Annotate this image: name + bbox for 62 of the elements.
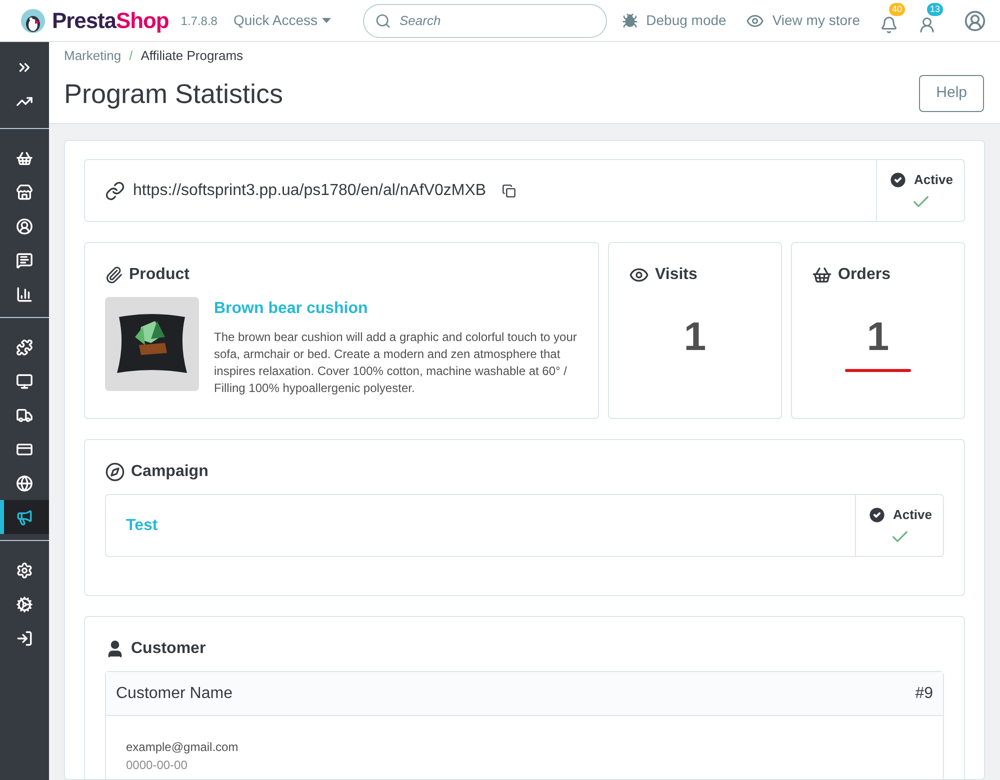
bug-icon xyxy=(622,12,638,28)
view-store-link[interactable]: View my store xyxy=(772,10,860,31)
check-circle-icon xyxy=(866,504,887,524)
basket-icon xyxy=(812,265,832,285)
card-heading: Visits xyxy=(655,265,698,285)
cog-icon xyxy=(16,596,33,612)
stat-value: 1 xyxy=(866,314,890,361)
campaign-name-link[interactable]: Test xyxy=(126,514,158,538)
link-icon xyxy=(105,180,125,200)
notification-button[interactable] xyxy=(918,16,936,34)
card-icon xyxy=(16,440,33,458)
card-heading: Customer xyxy=(131,639,206,659)
card-heading: Campaign xyxy=(131,462,208,482)
customer-name: Customer Name xyxy=(116,684,232,704)
user-icon xyxy=(918,16,936,34)
puzzle-icon xyxy=(16,338,33,356)
status-label: Active xyxy=(914,170,954,189)
card-heading: Orders xyxy=(838,265,890,285)
page-title: Program Statistics xyxy=(64,78,284,111)
settings-icon xyxy=(16,562,33,578)
breadcrumb-link[interactable]: Marketing xyxy=(64,46,122,66)
basket-icon xyxy=(16,150,33,166)
customer-id: #9 xyxy=(915,684,933,704)
bell-icon xyxy=(880,16,898,34)
affiliate-url: https://softsprint3.pp.ua/ps1780/en/al/nAfV0zMXB xyxy=(133,180,486,200)
product-description: The brown bear cushion will add a graphic and colorful touch to your sofa, armchair or bed. Create a modern and zen atmosphere that inspires relaxation. Cover 100% cotton, machine washable at 60° / Filling 100% hypoallergenic polyester. xyxy=(214,329,578,397)
exit-icon xyxy=(16,630,33,646)
quick-access-menu[interactable]: Quick Access xyxy=(233,10,330,31)
logo-icon xyxy=(20,8,46,34)
breadcrumb-separator: / xyxy=(129,47,133,65)
customer-date: 0000-00-00 xyxy=(126,757,188,774)
compass-icon xyxy=(105,462,125,482)
notification-button[interactable] xyxy=(880,16,898,34)
status-label: Active xyxy=(892,506,932,524)
breadcrumb-current: Affiliate Programs xyxy=(140,47,244,65)
product-name-link[interactable]: Brown bear cushion xyxy=(214,297,578,321)
user-icon xyxy=(16,218,33,234)
underline-mark xyxy=(845,369,911,372)
paperclip-icon xyxy=(105,266,123,284)
chart-icon xyxy=(16,286,33,302)
debug-mode-link[interactable]: Debug mode xyxy=(646,10,726,31)
monitor-icon xyxy=(16,372,33,390)
sidebar-item[interactable] xyxy=(0,500,49,534)
chat-icon xyxy=(16,252,33,268)
version-label: 1.7.8.8 xyxy=(180,12,218,30)
caret-icon xyxy=(322,18,330,23)
truck-icon xyxy=(16,406,33,424)
stat-value: 1 xyxy=(684,314,706,361)
brand-name: PrestaShop xyxy=(52,7,169,35)
count-badge: 40 xyxy=(889,2,906,16)
search-field[interactable]: Search xyxy=(362,4,606,38)
customer-email: example@gmail.com xyxy=(126,739,240,756)
search-icon xyxy=(374,12,390,28)
check-circle-icon xyxy=(888,170,908,190)
count-badge: 13 xyxy=(927,2,944,16)
store-icon xyxy=(16,184,33,200)
card-heading: Product xyxy=(129,265,190,285)
globe-icon xyxy=(16,474,33,492)
account-icon[interactable] xyxy=(964,10,986,32)
help-button[interactable]: Help xyxy=(919,75,984,112)
copy-icon[interactable] xyxy=(502,184,516,198)
megaphone-icon xyxy=(16,508,33,526)
